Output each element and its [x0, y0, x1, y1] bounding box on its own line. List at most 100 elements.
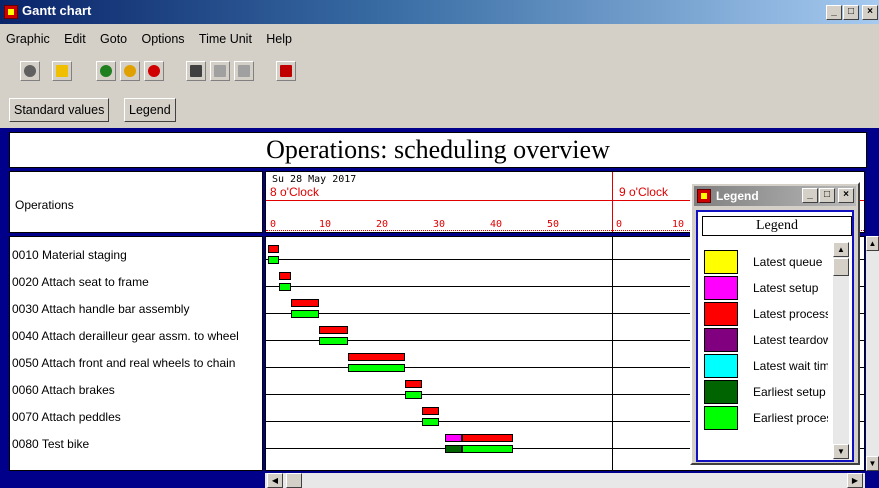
tick-label: 20 — [376, 219, 389, 230]
maximize-button[interactable]: □ — [843, 5, 859, 20]
page-title: Operations: scheduling overview — [9, 132, 867, 168]
menu-options[interactable]: Options — [141, 32, 184, 46]
gantt-bar-earliest-processing[interactable] — [319, 337, 348, 345]
scroll-left-icon[interactable]: ◀ — [267, 473, 283, 488]
menu-edit[interactable]: Edit — [64, 32, 86, 46]
operation-row[interactable]: 0080 Test bike — [12, 437, 89, 451]
legend-label: Latest processing — [753, 307, 828, 321]
operation-row[interactable]: 0040 Attach derailleur gear assm. to whe… — [12, 329, 239, 343]
legend-label: Latest wait time — [753, 359, 828, 373]
close-button[interactable]: × — [862, 5, 878, 20]
legend-scrollbar[interactable]: ▲ ▼ — [833, 242, 849, 460]
legend-panel: Legend Latest queue Latest setup Latest pr… — [696, 210, 854, 462]
legend-app-icon — [697, 189, 711, 203]
legend-swatch — [704, 302, 738, 326]
operations-list: 0010 Material staging 0020 Attach seat t… — [9, 236, 263, 471]
gantt-bar-earliest-processing[interactable] — [290, 310, 320, 318]
operations-column-header: Operations — [9, 171, 263, 233]
menu-graphic[interactable]: Graphic — [6, 32, 50, 46]
legend-swatch — [704, 380, 738, 404]
operations-column-label: Operations — [15, 198, 74, 212]
menu-help[interactable]: Help — [266, 32, 292, 46]
app-icon — [4, 5, 18, 19]
legend-label: Earliest setup — [753, 385, 826, 399]
scale-hour-separator — [612, 172, 613, 232]
gantt-bar-earliest-processing[interactable] — [461, 445, 514, 453]
find-next-icon[interactable] — [234, 61, 254, 81]
legend-window[interactable]: Legend _ □ × Legend Latest queue Latest s… — [690, 182, 860, 465]
exit-icon[interactable] — [120, 61, 140, 81]
gantt-bar-earliest-setup[interactable] — [444, 445, 462, 453]
minimize-button[interactable]: _ — [826, 5, 842, 20]
hour-separator-line — [612, 237, 613, 470]
tick-label: 0 — [270, 219, 277, 230]
legend-scroll-up-icon[interactable]: ▲ — [833, 242, 849, 257]
legend-swatch — [704, 250, 738, 274]
gantt-bar-earliest-processing[interactable] — [347, 364, 405, 372]
gantt-bar-latest-processing[interactable] — [347, 353, 405, 361]
gantt-bar-earliest-processing[interactable] — [268, 256, 280, 264]
legend-title-bar[interactable]: Legend _ □ × — [694, 186, 856, 206]
gantt-bar-latest-processing[interactable] — [461, 434, 514, 442]
scroll-up-icon[interactable]: ▲ — [866, 236, 879, 251]
gantt-bar-latest-processing[interactable] — [290, 299, 320, 307]
operation-row[interactable]: 0030 Attach handle bar assembly — [12, 302, 189, 316]
scroll-thumb[interactable] — [286, 473, 302, 488]
gantt-bar-earliest-processing[interactable] — [404, 391, 422, 399]
tick-label: 10 — [672, 219, 685, 230]
title-bar: Gantt chart _ □ × — [0, 0, 879, 24]
tick-label: 50 — [547, 219, 560, 230]
legend-swatch — [704, 276, 738, 300]
check-icon[interactable] — [20, 61, 40, 81]
scroll-down-icon[interactable]: ▼ — [866, 456, 879, 471]
legend-scroll-thumb[interactable] — [833, 258, 849, 276]
operation-row[interactable]: 0020 Attach seat to frame — [12, 275, 149, 289]
gantt-bar-latest-processing[interactable] — [268, 245, 280, 253]
legend-close-button[interactable]: × — [838, 188, 854, 203]
tick-label: 0 — [616, 219, 623, 230]
cancel-icon[interactable] — [144, 61, 164, 81]
operation-row[interactable]: 0070 Attach peddles — [12, 410, 121, 424]
legend-maximize-button[interactable]: □ — [819, 188, 835, 203]
operation-row[interactable]: 0050 Attach front and real wheels to cha… — [12, 356, 235, 370]
scale-date: Su 28 May 2017 — [272, 174, 357, 185]
legend-label: Latest teardown — [753, 333, 828, 347]
legend-button[interactable]: Legend — [124, 98, 176, 122]
gantt-bar-latest-setup[interactable] — [444, 434, 462, 442]
help-icon[interactable] — [276, 61, 296, 81]
legend-swatch — [704, 328, 738, 352]
vertical-scrollbar[interactable]: ▲ ▼ — [866, 236, 879, 471]
gantt-bar-latest-processing[interactable] — [319, 326, 348, 334]
back-icon[interactable] — [96, 61, 116, 81]
tick-label: 10 — [319, 219, 332, 230]
menu-time-unit[interactable]: Time Unit — [199, 32, 252, 46]
menu-goto[interactable]: Goto — [100, 32, 127, 46]
operation-row[interactable]: 0010 Material staging — [12, 248, 127, 262]
tick-label: 40 — [490, 219, 503, 230]
print-icon[interactable] — [186, 61, 206, 81]
standard-values-button[interactable]: Standard values — [9, 98, 110, 122]
legend-scroll-down-icon[interactable]: ▼ — [833, 444, 849, 459]
legend-label: Earliest processing — [753, 411, 828, 425]
menu-bar: Graphic Edit Goto Options Time Unit Help — [0, 32, 295, 52]
legend-label: Latest setup — [753, 281, 819, 295]
gantt-bar-latest-processing[interactable] — [279, 272, 291, 280]
operation-row[interactable]: 0060 Attach brakes — [12, 383, 115, 397]
window-title: Gantt chart — [22, 3, 92, 18]
gantt-bar-latest-processing[interactable] — [404, 380, 422, 388]
scroll-right-icon[interactable]: ▶ — [847, 473, 863, 488]
find-icon[interactable] — [210, 61, 230, 81]
gantt-bar-latest-processing[interactable] — [421, 407, 439, 415]
gantt-bar-earliest-processing[interactable] — [421, 418, 439, 426]
save-icon[interactable] — [52, 61, 72, 81]
horizontal-scrollbar[interactable]: ◀ ▶ — [265, 473, 865, 488]
legend-window-title: Legend — [716, 189, 759, 203]
scale-hour-2: 9 o'Clock — [619, 185, 668, 199]
legend-swatch — [704, 354, 738, 378]
legend-list: Latest queue Latest setup Latest processin… — [698, 212, 828, 460]
scale-hour-1: 8 o'Clock — [270, 185, 319, 199]
legend-swatch — [704, 406, 738, 430]
legend-minimize-button[interactable]: _ — [802, 188, 818, 203]
tick-label: 30 — [433, 219, 446, 230]
gantt-bar-earliest-processing[interactable] — [279, 283, 291, 291]
